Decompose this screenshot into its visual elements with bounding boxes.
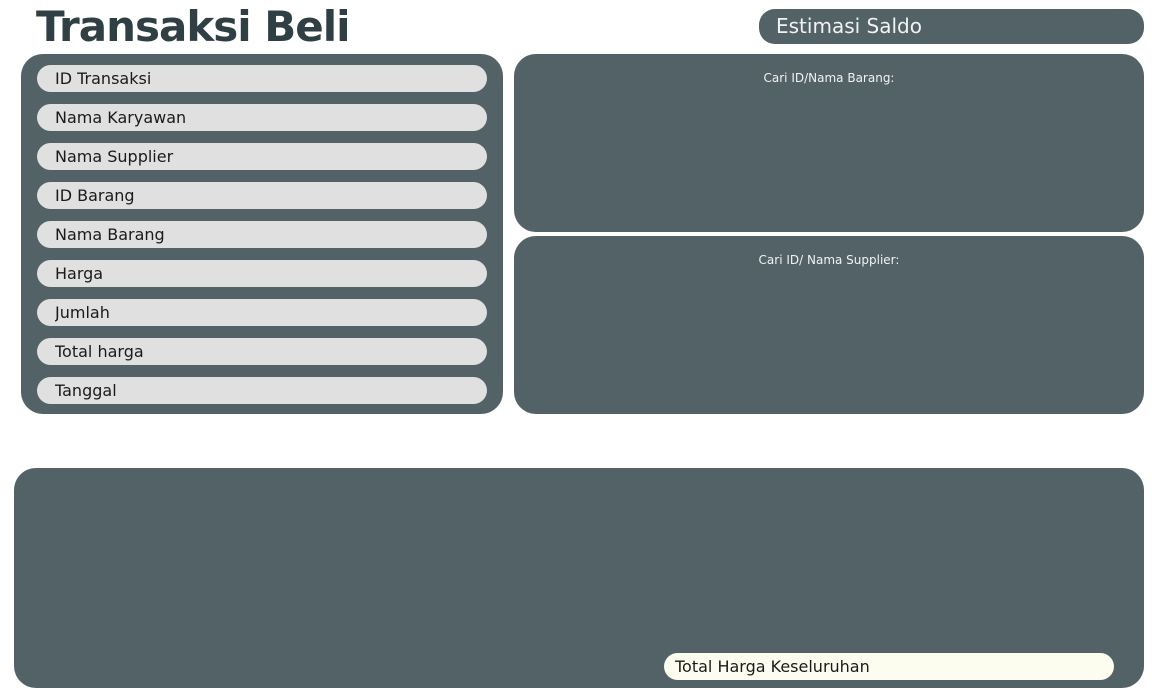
total-harga-keseluruhan-field[interactable] <box>664 653 1114 680</box>
total-harga-input[interactable] <box>37 338 487 365</box>
search-barang-panel[interactable]: Cari ID/Nama Barang: <box>514 54 1144 232</box>
nama-supplier-input[interactable] <box>37 143 487 170</box>
nama-karyawan-input[interactable] <box>37 104 487 131</box>
jumlah-input[interactable] <box>37 299 487 326</box>
id-barang-input[interactable] <box>37 182 487 209</box>
transaction-table-panel[interactable] <box>14 468 1144 688</box>
id-transaksi-input[interactable] <box>37 65 487 92</box>
nama-barang-input[interactable] <box>37 221 487 248</box>
harga-input[interactable] <box>37 260 487 287</box>
search-supplier-panel[interactable]: Cari ID/ Nama Supplier: <box>514 236 1144 414</box>
tanggal-input[interactable] <box>37 377 487 404</box>
search-barang-label: Cari ID/Nama Barang: <box>763 71 895 85</box>
page-title: Transaksi Beli <box>36 2 351 51</box>
search-supplier-label: Cari ID/ Nama Supplier: <box>758 253 900 267</box>
transaction-form-panel <box>21 54 503 414</box>
estimasi-saldo-display: Estimasi Saldo <box>759 9 1144 44</box>
